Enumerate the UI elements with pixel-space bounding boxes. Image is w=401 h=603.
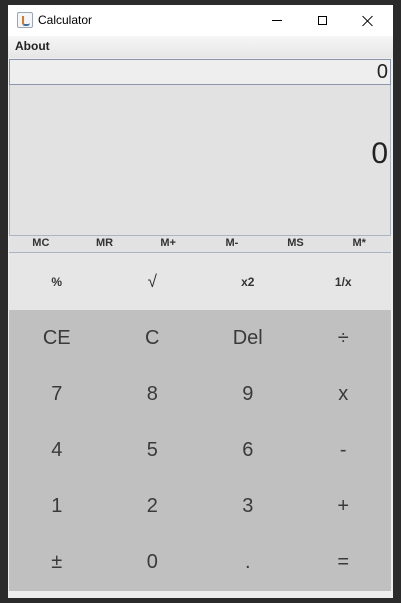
close-icon [362,15,374,27]
digit-7-button[interactable]: 7 [9,366,105,422]
clear-entry-button[interactable]: CE [9,310,105,366]
memory-add-button[interactable]: M+ [136,236,200,252]
memory-bar: MC MR M+ M- MS M* [9,236,391,253]
percent-button[interactable]: % [9,253,105,310]
memory-subtract-button[interactable]: M- [200,236,264,252]
delete-button[interactable]: Del [200,310,296,366]
square-button[interactable]: x2 [200,253,296,310]
memory-clear-button[interactable]: MC [9,236,73,252]
expression-text: 0 [376,61,388,83]
maximize-button[interactable] [299,5,345,36]
memory-store-button[interactable]: MS [264,236,328,252]
minimize-icon [272,20,282,21]
menu-bar: About [8,36,393,58]
menu-about[interactable]: About [15,36,50,58]
digit-0-button[interactable]: 0 [105,535,201,591]
window-title: Calculator [38,13,93,27]
digit-9-button[interactable]: 9 [200,366,296,422]
result-text: 0 [371,137,388,170]
negate-button[interactable]: ± [9,535,105,591]
digit-3-button[interactable]: 3 [200,479,296,535]
divide-button[interactable]: ÷ [296,310,392,366]
function-row: % √ x2 1/x [9,253,391,310]
digit-5-button[interactable]: 5 [105,422,201,478]
multiply-button[interactable]: x [296,366,392,422]
add-button[interactable]: + [296,479,392,535]
window-bottom-border [8,591,393,598]
title-bar[interactable]: Calculator [8,5,393,36]
calculator-window: Calculator About 0 0 MC MR M+ M- MS M* %… [8,5,393,598]
clear-button[interactable]: C [105,310,201,366]
memory-recall-button[interactable]: MR [73,236,137,252]
keypad: CE C Del ÷ 7 8 9 x 4 5 6 - 1 2 3 + ± 0 .… [9,310,391,591]
maximize-icon [317,16,327,25]
digit-1-button[interactable]: 1 [9,479,105,535]
minimize-button[interactable] [254,5,300,36]
decimal-point-button[interactable]: . [200,535,296,591]
reciprocal-button[interactable]: 1/x [296,253,392,310]
java-cup-icon [17,12,33,28]
memory-multiply-button[interactable]: M* [327,236,391,252]
digit-6-button[interactable]: 6 [200,422,296,478]
digit-8-button[interactable]: 8 [105,366,201,422]
digit-4-button[interactable]: 4 [9,422,105,478]
close-button[interactable] [345,5,391,36]
square-root-button[interactable]: √ [105,253,201,310]
result-display: 0 [9,85,391,236]
equals-button[interactable]: = [296,535,392,591]
subtract-button[interactable]: - [296,422,392,478]
digit-2-button[interactable]: 2 [105,479,201,535]
expression-display: 0 [9,59,391,85]
